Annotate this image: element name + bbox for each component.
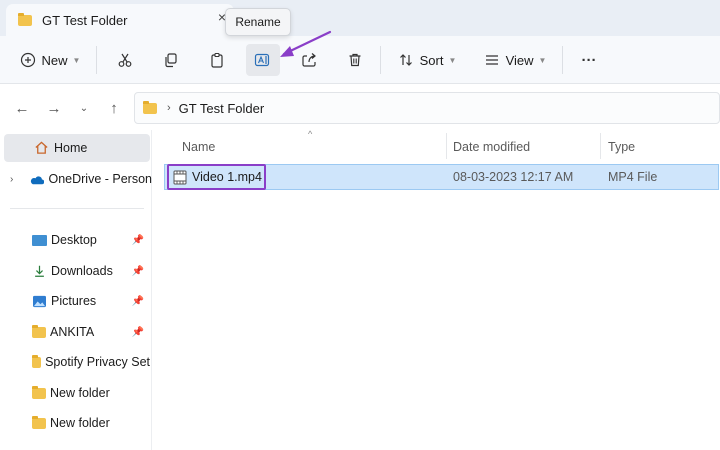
pin-icon[interactable]: 📌	[132, 266, 144, 277]
more-options-button[interactable]: ···	[574, 44, 604, 76]
expand-chevron-icon[interactable]: ›	[10, 174, 29, 185]
folder-icon	[32, 385, 46, 399]
video-file-icon	[173, 170, 187, 184]
toolbar-divider	[380, 46, 381, 74]
breadcrumb-gt-test-folder[interactable]: GT Test Folder	[179, 101, 265, 116]
download-icon	[35, 265, 44, 277]
chevron-down-icon: ▼	[72, 55, 81, 65]
column-divider[interactable]	[446, 133, 447, 159]
file-type: MP4 File	[608, 170, 658, 184]
sidebar-item-new-folder[interactable]: New folder	[32, 410, 150, 436]
folder-icon	[32, 324, 46, 338]
view-list-icon	[485, 55, 498, 65]
column-header-name[interactable]: Name	[182, 136, 442, 158]
view-button[interactable]: View ▼	[478, 44, 552, 76]
desktop-icon	[32, 234, 47, 246]
pin-icon[interactable]: 📌	[132, 235, 144, 246]
up-arrow-icon[interactable]: ↑	[104, 98, 124, 118]
breadcrumb-separator: ›	[167, 102, 171, 114]
sort-label: Sort	[419, 52, 444, 68]
folder-icon	[32, 354, 42, 368]
pictures-icon	[33, 295, 46, 307]
back-arrow-icon[interactable]: ←	[12, 98, 32, 118]
paste-button[interactable]	[202, 44, 232, 76]
sidebar-item-label: ANKITA	[50, 325, 95, 339]
forward-arrow-icon[interactable]: →	[44, 98, 64, 118]
sidebar-item-desktop[interactable]: Desktop 📌	[32, 227, 150, 253]
folder-icon	[18, 12, 32, 26]
annotation-arrow	[280, 30, 332, 57]
sidebar-item-spotify-privacy[interactable]: Spotify Privacy Set	[32, 349, 150, 375]
sidebar-item-label: Spotify Privacy Set	[45, 355, 150, 369]
file-name-cell[interactable]: Video 1.mp4	[167, 164, 266, 190]
sidebar-item-home[interactable]: Home	[4, 134, 150, 162]
home-icon	[35, 141, 48, 154]
sidebar-item-onedrive[interactable]: › OneDrive - Person	[10, 166, 152, 192]
sort-icon	[399, 54, 412, 66]
file-date-modified: 08-03-2023 12:17 AM	[453, 170, 574, 184]
folder-icon	[32, 415, 46, 429]
sidebar-item-label: Home	[54, 141, 88, 155]
clipboard-icon	[211, 52, 223, 68]
tab-title: GT Test Folder	[42, 12, 128, 28]
sidebar-item-pictures[interactable]: Pictures 📌	[32, 288, 150, 314]
view-label: View	[505, 52, 534, 68]
pin-icon[interactable]: 📌	[132, 327, 144, 338]
sidebar-item-ankita[interactable]: ANKITA 📌	[32, 319, 150, 345]
onedrive-cloud-icon	[31, 175, 45, 184]
chevron-down-icon: ▼	[448, 55, 457, 65]
new-button[interactable]: New ▼	[14, 44, 86, 76]
chevron-down-icon: ▼	[538, 55, 547, 65]
pin-icon[interactable]: 📌	[132, 296, 144, 307]
folder-icon	[143, 100, 157, 114]
toolbar-divider	[96, 46, 97, 74]
copy-button[interactable]	[156, 44, 186, 76]
sidebar-item-label: Pictures	[51, 294, 97, 308]
sidebar-divider	[10, 208, 144, 209]
sidebar-item-label: New folder	[50, 416, 110, 430]
sidebar-item-label: OneDrive - Person	[48, 172, 152, 186]
sort-button[interactable]: Sort ▼	[392, 44, 462, 76]
scissors-icon	[118, 53, 132, 67]
sidebar-item-new-folder[interactable]: New folder	[32, 380, 150, 406]
column-header-type[interactable]: Type	[608, 136, 708, 158]
sidebar-item-label: New folder	[50, 386, 110, 400]
sidebar-item-downloads[interactable]: Downloads 📌	[32, 258, 150, 284]
copy-icon	[165, 53, 177, 68]
sidebar-item-label: Desktop	[51, 233, 97, 247]
plus-circle-icon	[20, 52, 35, 68]
column-divider[interactable]	[600, 133, 601, 159]
file-name: Video 1.mp4	[192, 170, 262, 184]
sidebar-item-label: Downloads	[51, 264, 113, 278]
cut-button[interactable]	[110, 44, 140, 76]
toolbar-divider	[562, 46, 563, 74]
new-label: New	[41, 52, 68, 68]
recent-locations-chevron-icon[interactable]: ⌄	[74, 98, 94, 118]
address-bar[interactable]: › GT Test Folder	[134, 92, 720, 124]
delete-button[interactable]	[340, 44, 370, 76]
column-header-date-modified[interactable]: Date modified	[453, 136, 593, 158]
trash-icon	[349, 53, 361, 67]
tab-gt-test-folder[interactable]: GT Test Folder ×	[6, 4, 234, 36]
